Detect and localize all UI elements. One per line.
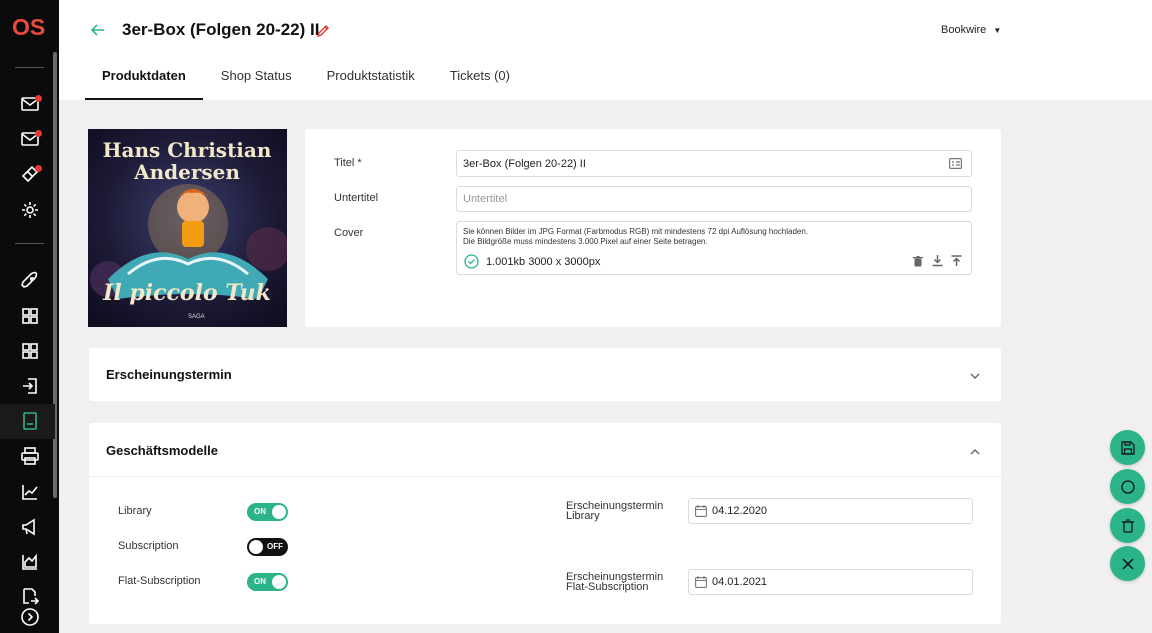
- notification-dot: [35, 130, 42, 137]
- subtitle-input[interactable]: Untertitel: [456, 186, 972, 212]
- cover-subtitle: Il piccolo Tuk: [102, 280, 271, 306]
- check-circle-icon: [464, 254, 479, 269]
- business-models-title: Geschäftsmodelle: [106, 443, 218, 458]
- toggle-state: OFF: [267, 542, 283, 551]
- toggle-state: ON: [254, 577, 266, 586]
- library-toggle[interactable]: ON: [247, 503, 288, 521]
- cover-title-line1: Hans Christian: [103, 138, 272, 162]
- release-date-section[interactable]: Erscheinungstermin: [89, 348, 1001, 401]
- chevron-down-icon[interactable]: [969, 369, 981, 381]
- page-title: 3er-Box (Folgen 20-22) II: [122, 20, 320, 39]
- sidebar: OS: [0, 0, 59, 633]
- chart-line-icon[interactable]: [18, 481, 42, 503]
- cover-image: Hans Christian Andersen Il piccolo Tuk S…: [88, 129, 287, 327]
- header: 3er-Box (Folgen 20-22) II Bookwire ▼ Pro…: [59, 0, 1152, 100]
- pencil-icon[interactable]: [315, 23, 331, 39]
- upload-icon[interactable]: [951, 255, 962, 270]
- title-field[interactable]: 3er-Box (Folgen 20-22) II: [456, 150, 972, 177]
- library-release-date-field[interactable]: 04.12.2020: [688, 498, 973, 524]
- close-button[interactable]: [1110, 546, 1145, 581]
- cover-file-info: 1.001kb 3000 x 3000px: [486, 255, 601, 268]
- toggle-knob: [249, 540, 263, 554]
- calendar-icon: [695, 576, 707, 591]
- product-data-card: Titel * 3er-Box (Folgen 20-22) II Untert…: [305, 129, 1001, 327]
- printer-icon[interactable]: [18, 445, 42, 467]
- toggle-knob: [272, 575, 286, 589]
- cover-title-line2: Andersen: [133, 160, 240, 184]
- grid-icon[interactable]: [18, 305, 42, 327]
- tab-produktdaten[interactable]: Produktdaten: [85, 60, 203, 100]
- circle-button[interactable]: [1110, 469, 1145, 504]
- card-list-icon[interactable]: [949, 158, 963, 172]
- tab-shop-status[interactable]: Shop Status: [221, 60, 292, 100]
- back-arrow-icon[interactable]: [89, 21, 107, 39]
- publisher-label: Bookwire: [941, 24, 987, 36]
- chevron-right-circle-icon[interactable]: [18, 606, 42, 628]
- subscription-label: Subscription: [118, 540, 179, 552]
- close-icon: [1121, 557, 1134, 570]
- sidebar-divider: [15, 67, 44, 68]
- toggle-knob: [272, 505, 286, 519]
- title-value: 3er-Box (Folgen 20-22) II: [463, 158, 586, 170]
- release-date-title: Erscheinungstermin: [106, 367, 232, 382]
- flat-subscription-label: Flat-Subscription: [118, 575, 201, 587]
- notification-dot: [35, 165, 42, 172]
- export-icon[interactable]: [18, 585, 42, 607]
- library-label: Library: [118, 505, 152, 517]
- trash-icon[interactable]: [913, 256, 923, 270]
- subtitle-label: Untertitel: [334, 192, 379, 204]
- chart-area-icon[interactable]: [18, 551, 42, 573]
- business-models-section: Geschäftsmodelle Library ON Subscription…: [89, 423, 1001, 624]
- tab-bar: Produktdaten Shop Status Produktstatisti…: [85, 60, 545, 100]
- book-icon[interactable]: [18, 410, 42, 432]
- publisher-dropdown[interactable]: Bookwire ▼: [941, 24, 1001, 36]
- download-icon[interactable]: [932, 255, 943, 270]
- rocket-icon[interactable]: [18, 270, 42, 292]
- grid-icon[interactable]: [18, 340, 42, 362]
- cover-file-row: 1.001kb 3000 x 3000px: [464, 254, 600, 269]
- save-button[interactable]: [1110, 430, 1145, 465]
- library-release-date-label: Erscheinungstermin Library: [566, 500, 664, 522]
- login-icon[interactable]: [18, 375, 42, 397]
- gear-icon[interactable]: [18, 199, 42, 221]
- caret-down-icon: ▼: [993, 26, 1002, 35]
- flat-subscription-release-date-value: 04.01.2021: [712, 576, 768, 588]
- cover-note-line2: Die Bildgröße muss mindestens 3.000 Pixe…: [463, 237, 708, 246]
- calendar-icon: [695, 505, 707, 520]
- cover-publisher-mark: SAGA: [188, 314, 205, 320]
- subscription-toggle[interactable]: OFF: [247, 538, 288, 556]
- flat-subscription-release-date-field[interactable]: 04.01.2021: [688, 569, 973, 595]
- flat-subscription-toggle[interactable]: ON: [247, 573, 288, 591]
- sidebar-divider: [15, 243, 44, 244]
- cover-note-line1: Sie können Bilder im JPG Format (Farbmod…: [463, 227, 809, 236]
- cover-label: Cover: [334, 227, 364, 239]
- notification-dot: [35, 95, 42, 102]
- flat-subscription-release-date-label: Erscheinungstermin Flat-Subscription: [566, 571, 664, 593]
- cover-upload-field[interactable]: Sie können Bilder im JPG Format (Farbmod…: [456, 221, 972, 275]
- section-divider: [89, 476, 1001, 477]
- delete-button[interactable]: [1110, 508, 1145, 543]
- tab-tickets[interactable]: Tickets (0): [450, 60, 510, 100]
- library-release-date-value: 04.12.2020: [712, 505, 768, 517]
- tab-produktstatistik[interactable]: Produktstatistik: [327, 60, 415, 100]
- save-icon: [1120, 440, 1135, 455]
- circle-icon: [1120, 479, 1135, 494]
- trash-icon: [1121, 518, 1134, 533]
- megaphone-icon[interactable]: [18, 516, 42, 538]
- logo[interactable]: OS: [12, 14, 45, 41]
- chevron-up-icon[interactable]: [969, 445, 981, 457]
- toggle-state: ON: [254, 507, 266, 516]
- title-label: Titel *: [334, 157, 362, 169]
